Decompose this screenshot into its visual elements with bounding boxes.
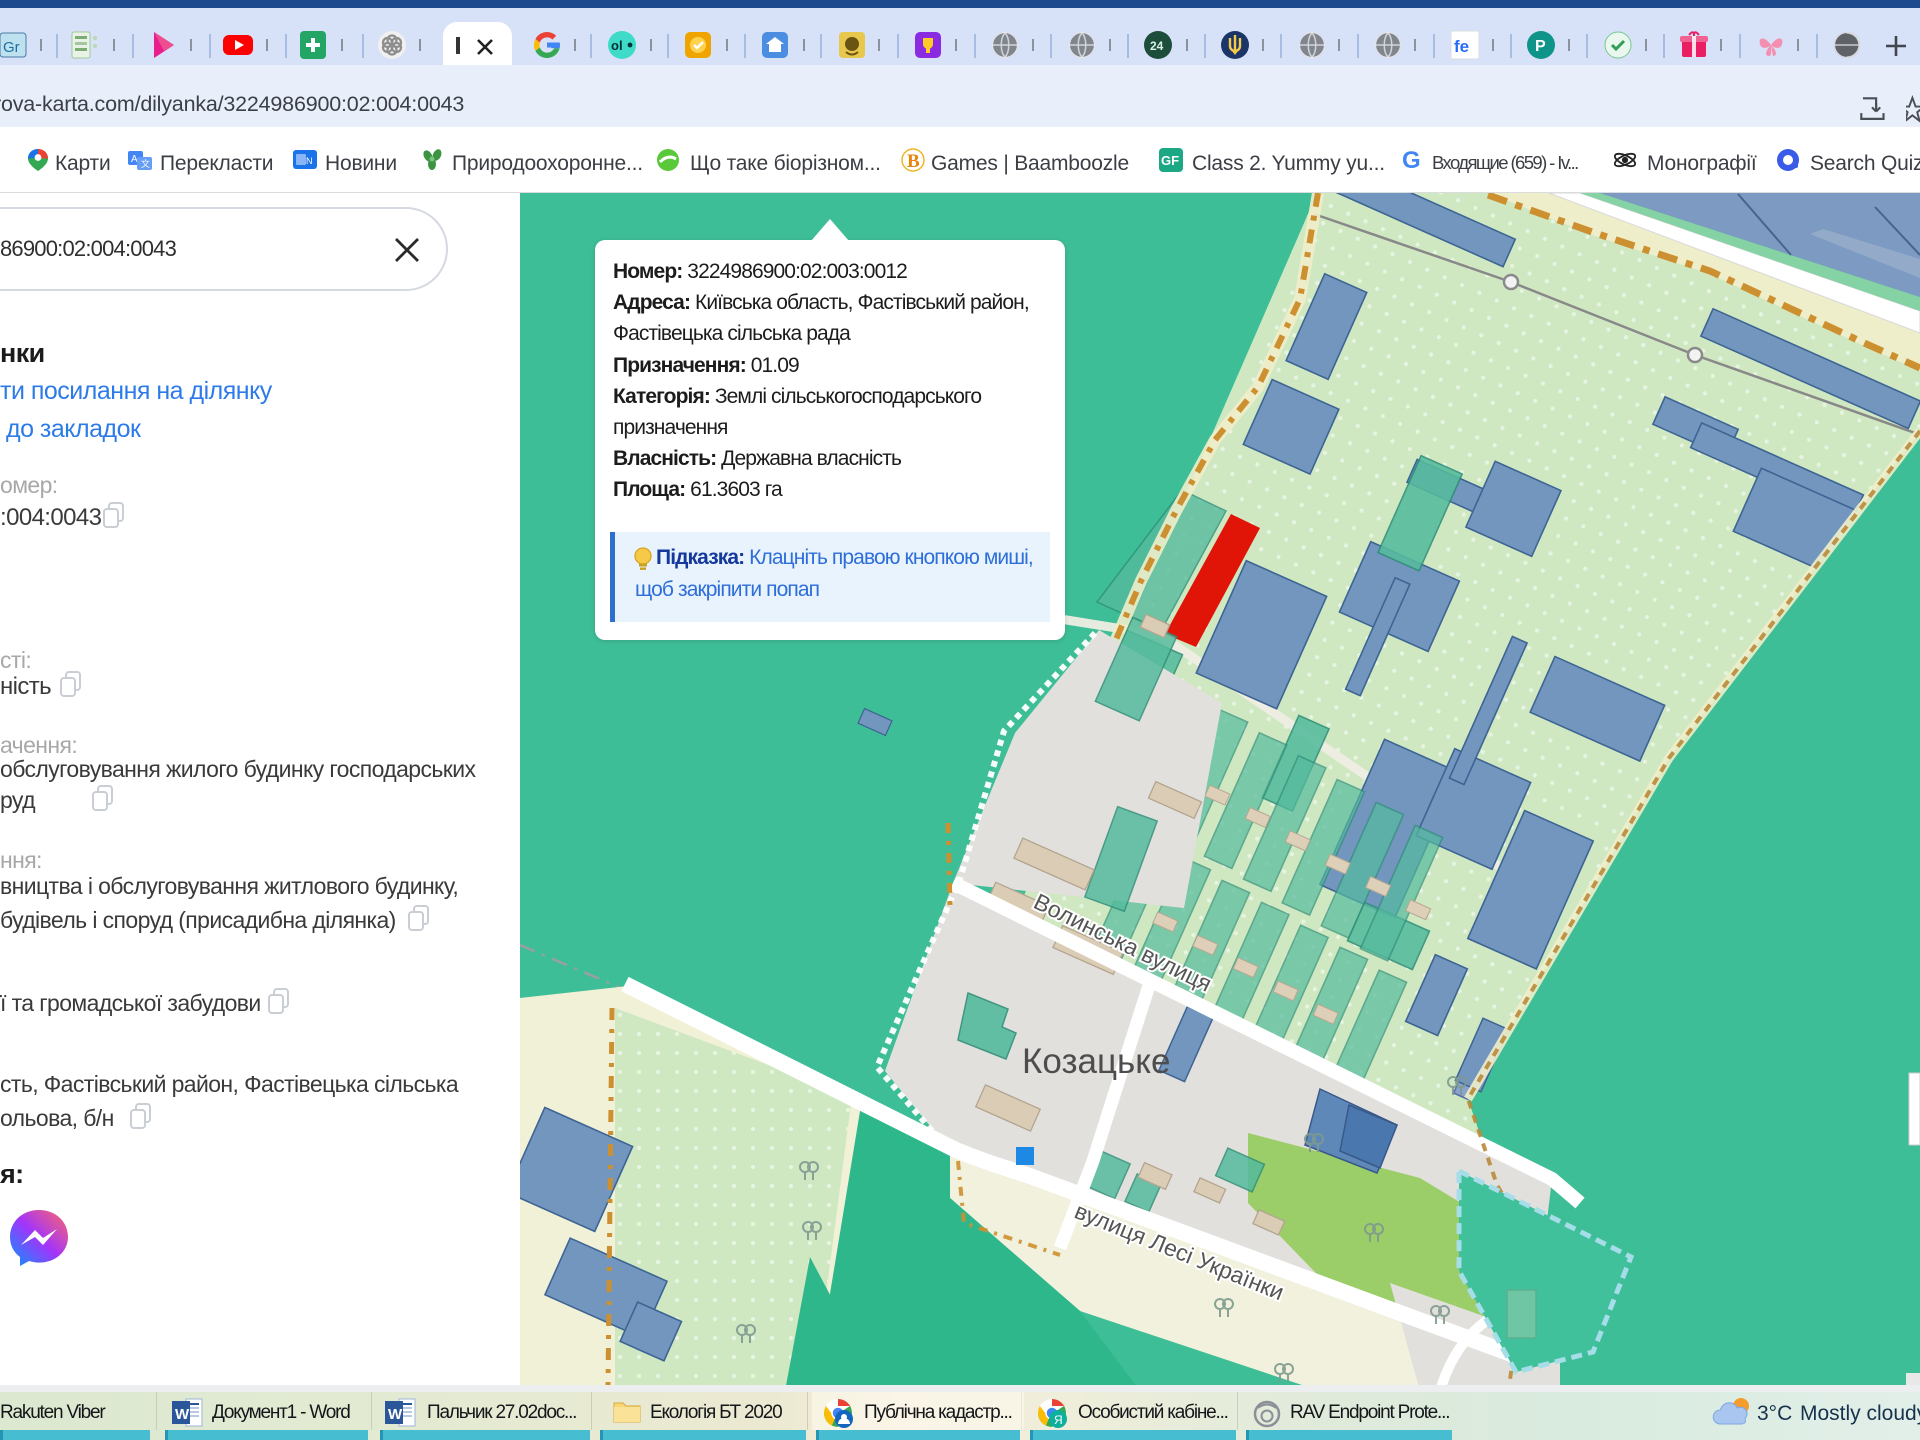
svg-text:fe: fe [1454, 37, 1469, 56]
svg-text:24: 24 [1150, 39, 1164, 53]
svg-text:文: 文 [141, 158, 150, 169]
svg-text:B: B [907, 151, 920, 172]
svg-text:Gr: Gr [3, 39, 20, 56]
svg-text:G: G [1402, 148, 1421, 172]
svg-text:GF: GF [1161, 153, 1179, 168]
svg-text:Козацьке: Козацьке [1022, 1042, 1170, 1081]
svg-text:W: W [388, 1406, 403, 1423]
svg-text:W: W [175, 1406, 190, 1423]
svg-text:N: N [306, 156, 313, 166]
svg-text:Я: Я [1054, 1413, 1063, 1427]
svg-text:P: P [1535, 38, 1546, 55]
svg-text:ol: ol [611, 38, 623, 53]
svg-text:A: A [131, 154, 138, 165]
